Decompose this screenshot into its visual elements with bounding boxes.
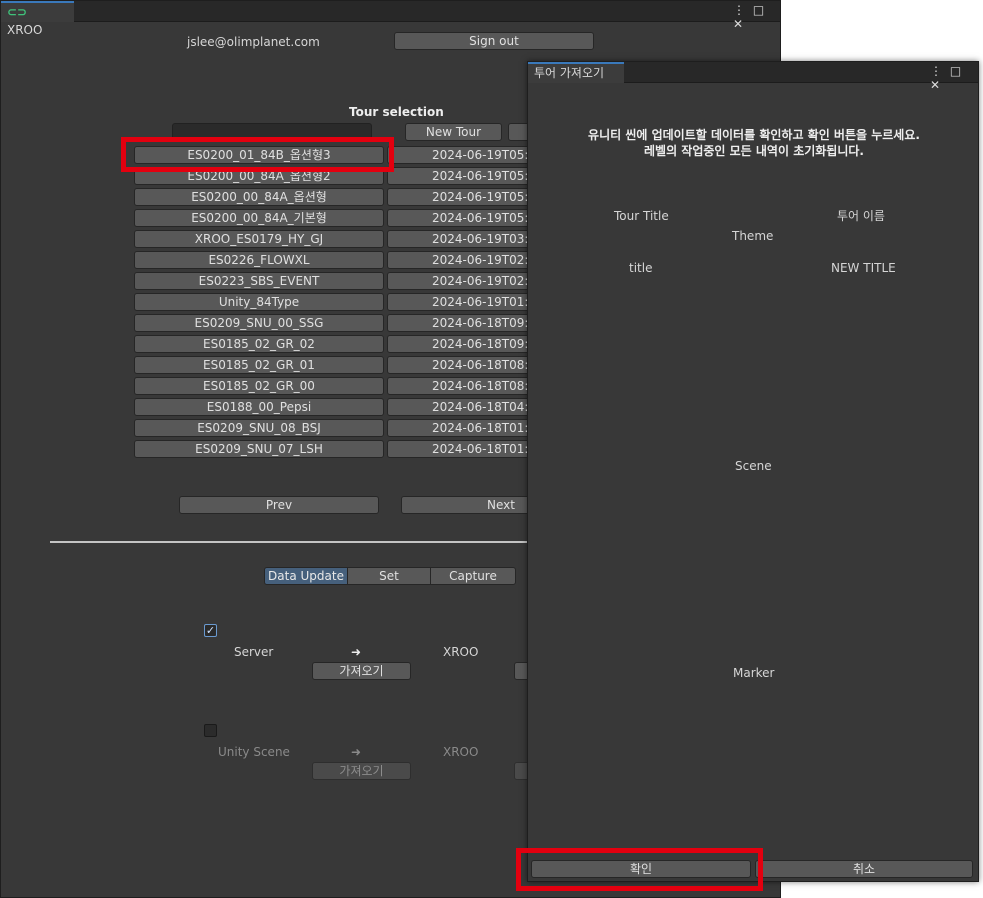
tour-selection-heading: Tour selection	[349, 105, 444, 119]
dialog-maximize-icon[interactable]: □	[950, 64, 963, 78]
tour-name-button[interactable]: ES0209_SNU_08_BSJ	[134, 419, 384, 437]
dialog-kebab-menu-icon[interactable]: ⋮	[930, 64, 944, 78]
tour-name-button[interactable]: ES0200_00_84A_기본형	[134, 209, 384, 227]
prev-button[interactable]: Prev	[179, 496, 379, 514]
xroo-tab-label: XROO	[7, 23, 43, 37]
server-label: Server	[234, 645, 274, 659]
tour-date-button[interactable]: 2024-06-19T05:	[387, 167, 537, 185]
dialog-close-icon[interactable]: ✕	[930, 78, 942, 92]
tour-name-button[interactable]: ES0209_SNU_07_LSH	[134, 440, 384, 458]
close-icon[interactable]: ✕	[733, 17, 745, 31]
server-target-label: XROO	[443, 645, 479, 659]
tour-date-button[interactable]: 2024-06-18T09:	[387, 335, 537, 353]
server-arrow-icon: ➜	[351, 645, 362, 659]
tour-name-button[interactable]: XROO_ES0179_HY_GJ	[134, 230, 384, 248]
tour-date-button[interactable]: 2024-06-18T01:5	[387, 440, 537, 458]
tour-name-button[interactable]: ES0223_SBS_EVENT	[134, 272, 384, 290]
tour-search-input[interactable]	[172, 123, 372, 141]
tour-title-label: Tour Title	[614, 209, 669, 223]
tour-name-button[interactable]: ES0200_00_84A_옵션형	[134, 188, 384, 206]
marker-label: Marker	[733, 666, 775, 680]
tour-name-label: 투어 이름	[837, 209, 885, 223]
tour-name-button[interactable]: ES0188_00_Pepsi	[134, 398, 384, 416]
tab-capture[interactable]: Capture	[430, 567, 516, 585]
unity-scene-fetch-button[interactable]: 가져오기	[312, 762, 411, 780]
tour-date-button[interactable]: 2024-06-19T05:0	[387, 188, 537, 206]
tour-name-button[interactable]: ES0185_02_GR_02	[134, 335, 384, 353]
tour-date-button[interactable]: 2024-06-19T03:	[387, 230, 537, 248]
dialog-message-line1: 유니티 씬에 업데이트할 데이터를 확인하고 확인 버튼을 누르세요.	[588, 128, 920, 142]
tour-date-button[interactable]: 2024-06-18T08:5	[387, 356, 537, 374]
xroo-titlebar	[1, 1, 780, 22]
maximize-icon[interactable]: □	[753, 3, 766, 17]
tab-set[interactable]: Set	[347, 567, 431, 585]
section-divider	[50, 541, 550, 543]
tab-data-update[interactable]: Data Update	[264, 567, 348, 585]
tour-name-button[interactable]: ES0185_02_GR_00	[134, 377, 384, 395]
theme-label: Theme	[732, 229, 774, 243]
kebab-menu-icon[interactable]: ⋮	[733, 3, 747, 17]
tour-date-button[interactable]: 2024-06-19T02:1	[387, 272, 537, 290]
sign-out-button[interactable]: Sign out	[394, 32, 594, 50]
unity-scene-label: Unity Scene	[218, 745, 290, 759]
tour-date-button[interactable]: 2024-06-19T02:5	[387, 251, 537, 269]
tour-name-button[interactable]: Unity_84Type	[134, 293, 384, 311]
user-email: jslee@olimplanet.com	[187, 35, 320, 49]
tour-name-button[interactable]: ES0185_02_GR_01	[134, 356, 384, 374]
tour-name-button[interactable]: ES0226_FLOWXL	[134, 251, 384, 269]
new-title-value: NEW TITLE	[831, 261, 896, 275]
xroo-window-controls: ⋮ □ ✕	[733, 3, 780, 31]
tour-name-button[interactable]: ES0209_SNU_00_SSG	[134, 314, 384, 332]
unity-scene-arrow-icon: ➜	[351, 745, 362, 759]
dialog-message-line2: 레벨의 작업중인 모든 내역이 초기화됩니다.	[644, 144, 864, 158]
tour-import-dialog: 투어 가져오기 ⋮ □ ✕ 유니티 씬에 업데이트할 데이터를 확인하고 확인 …	[527, 61, 979, 882]
cancel-button[interactable]: 취소	[755, 860, 973, 878]
tour-name-button[interactable]: ES0200_01_84B_옵션형3	[134, 146, 384, 164]
dialog-window-controls: ⋮ □ ✕	[930, 64, 978, 92]
xroo-tab[interactable]: ⊂⊃ XROO	[1, 1, 74, 37]
scene-label: Scene	[735, 459, 772, 473]
tour-date-button[interactable]: 2024-06-18T01:5	[387, 419, 537, 437]
unity-scene-target-label: XROO	[443, 745, 479, 759]
dialog-tab[interactable]: 투어 가져오기	[528, 62, 624, 83]
server-checkbox[interactable]: ✓	[204, 624, 217, 637]
tour-date-button[interactable]: 2024-06-18T09:	[387, 314, 537, 332]
tour-date-button[interactable]: 2024-06-19T05:0	[387, 146, 537, 164]
xroo-logo-icon: ⊂⊃	[7, 5, 28, 19]
title-value: title	[629, 261, 653, 275]
tour-name-button[interactable]: ES0200_00_84A_옵션형2	[134, 167, 384, 185]
new-tour-button[interactable]: New Tour	[405, 123, 502, 141]
server-fetch-button[interactable]: 가져오기	[312, 662, 411, 680]
tour-date-button[interactable]: 2024-06-18T04:	[387, 398, 537, 416]
tour-date-button[interactable]: 2024-06-19T05:0	[387, 209, 537, 227]
tour-date-button[interactable]: 2024-06-18T08:5	[387, 377, 537, 395]
tour-date-button[interactable]: 2024-06-19T01:2	[387, 293, 537, 311]
unity-scene-checkbox[interactable]	[204, 724, 217, 737]
confirm-button[interactable]: 확인	[531, 860, 751, 878]
